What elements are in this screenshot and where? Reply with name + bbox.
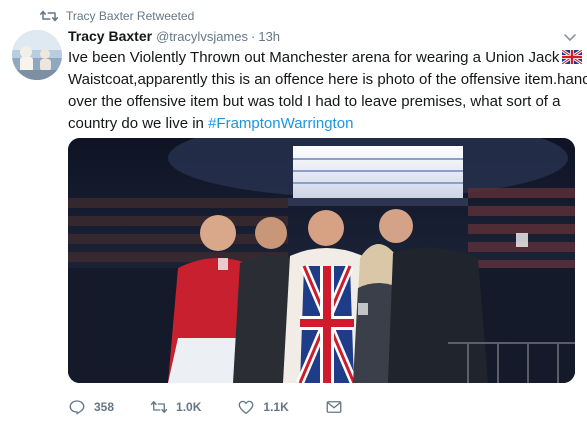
chevron-down-icon[interactable] [563,30,577,44]
like-button[interactable]: 1.1K [237,398,289,416]
author-handle[interactable]: @tracylvsjames [156,29,248,44]
reply-count: 358 [94,400,115,414]
tweet-header: Tracy Baxter @tracylvsjames · 13h [68,28,280,48]
retweet-context: Tracy Baxter Retweeted [40,7,194,25]
retweet-icon [40,10,58,22]
tweet-text-line-1: Ive been Violently Thrown out Manchester… [68,49,560,66]
union-jack-flag-icon [562,50,583,64]
heart-icon [238,400,254,415]
retweet-count: 1.0K [176,400,202,414]
tweet-text-line-4: country do we live in #FramptonWarringto… [68,113,573,135]
tweet-card[interactable]: Tracy Baxter Retweeted Tracy Baxter @tra… [0,0,587,425]
timestamp[interactable]: 13h [258,29,280,44]
reply-icon [69,400,85,415]
tweet-actions: 358 1.0K 1.1K [68,397,343,417]
header-separator: · [251,29,256,44]
retweet-button[interactable]: 1.0K [150,398,201,416]
reply-button[interactable]: 358 [68,398,114,416]
envelope-icon [326,401,342,413]
tweet-text: Ive been Violently Thrown out Manchester… [68,47,587,135]
tweet-text-line-4-text: country do we live in [68,115,209,132]
avatar[interactable] [12,30,62,80]
tweet-text-line-2: Waistcoat,apparently this is an offence … [68,71,587,88]
author-name[interactable]: Tracy Baxter [68,28,152,44]
hashtag-link[interactable]: #FramptonWarrington [208,115,353,132]
like-count: 1.1K [263,400,289,414]
tweet-text-line-3: over the offensive item but was told I h… [68,93,561,110]
tweet-text-line: Ive been Violently Thrown out Manchester… [68,47,583,69]
retweet-icon [150,401,168,413]
direct-message-button[interactable] [325,398,343,416]
tweet-photo[interactable] [68,138,575,383]
retweet-context-label[interactable]: Tracy Baxter Retweeted [66,9,194,23]
